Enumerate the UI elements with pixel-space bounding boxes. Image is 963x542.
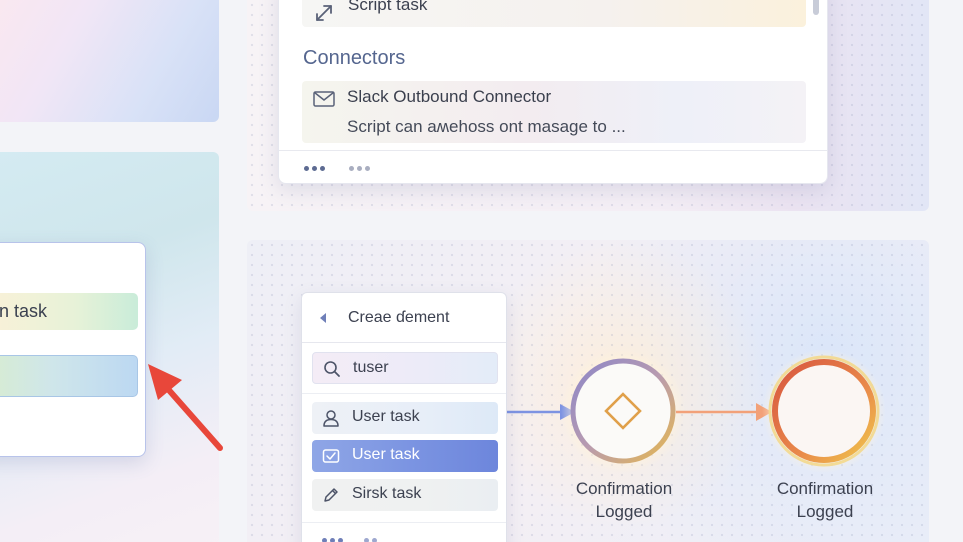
option-user-task[interactable]: User task: [312, 402, 498, 434]
option-label: User task: [352, 408, 420, 425]
option-label: Sirsk task: [352, 485, 422, 502]
end-event-label: Confirmation Logged: [755, 477, 895, 523]
gateway-label-line1: Confirmation: [575, 479, 673, 498]
search-icon: [324, 361, 340, 377]
gateway-node[interactable]: [561, 349, 685, 473]
create-element-popup: Creae ɗement User task User task Sirsk t…: [301, 292, 507, 542]
envelope-check-icon: [322, 449, 340, 463]
create-element-title: Creae ɗement: [348, 309, 450, 326]
end-event-node[interactable]: [762, 349, 886, 473]
end-event-label-line1: Confirmation: [776, 479, 874, 498]
pencil-icon: [324, 488, 338, 502]
search-field[interactable]: [312, 352, 498, 384]
end-event-label-line2: Logged: [796, 502, 854, 521]
divider: [302, 393, 506, 394]
more-options-secondary-icon[interactable]: [364, 538, 377, 542]
create-element-header: Creae ɗement: [302, 293, 506, 343]
option-user-task-selected[interactable]: User task: [312, 440, 498, 472]
more-options-icon[interactable]: [322, 538, 343, 542]
gateway-label: Confirmation Logged: [554, 477, 694, 523]
divider: [302, 522, 506, 523]
back-caret-icon[interactable]: [318, 312, 328, 324]
sequence-flow-out[interactable]: [676, 403, 772, 421]
gateway-label-line2: Logged: [595, 502, 653, 521]
search-input[interactable]: [353, 357, 493, 379]
option-label: User task: [352, 446, 420, 463]
user-icon: [323, 410, 339, 427]
option-sirsk-task[interactable]: Sirsk task: [312, 479, 498, 511]
